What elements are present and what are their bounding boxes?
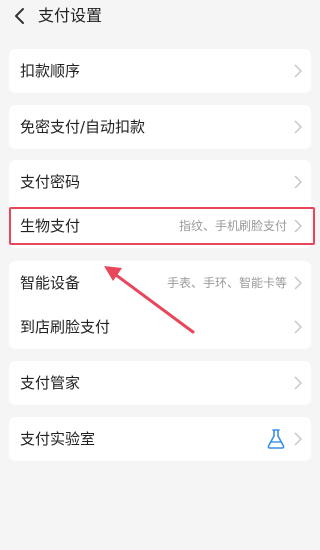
flask-icon: [267, 429, 285, 449]
card-devices: 智能设备 手表、手环、智能卡等 到店刷脸支付: [9, 261, 311, 349]
chevron-right-icon: [294, 276, 303, 290]
top-bar: 支付设置: [0, 0, 320, 32]
row-pay-lab[interactable]: 支付实验室: [9, 417, 311, 461]
row-pay-butler[interactable]: 支付管家: [9, 361, 311, 405]
back-chevron-icon: [15, 8, 24, 24]
row-smart-device[interactable]: 智能设备 手表、手环、智能卡等: [9, 261, 311, 305]
row-sub: 指纹、手机刷脸支付: [178, 219, 287, 233]
row-auto-deduct[interactable]: 免密支付/自动扣款: [9, 105, 311, 149]
chevron-right-icon: [294, 219, 303, 233]
row-label: 免密支付/自动扣款: [20, 118, 146, 136]
row-label: 到店刷脸支付: [20, 318, 111, 336]
page-title: 支付设置: [38, 6, 103, 25]
chevron-right-icon: [294, 120, 303, 134]
card-deduct-order: 扣款顺序: [9, 49, 311, 93]
card-security: 支付密码 生物支付 指纹、手机刷脸支付: [9, 160, 311, 248]
back-button[interactable]: [8, 2, 30, 30]
row-label: 支付管家: [20, 374, 81, 392]
chevron-right-icon: [294, 376, 303, 390]
row-face-pay[interactable]: 到店刷脸支付: [9, 305, 311, 349]
card-pay-butler: 支付管家: [9, 361, 311, 405]
row-label: 生物支付: [20, 217, 81, 235]
row-sub: 手表、手环、智能卡等: [166, 276, 287, 290]
chevron-right-icon: [294, 175, 303, 189]
row-label: 支付实验室: [20, 430, 96, 448]
row-biometric[interactable]: 生物支付 指纹、手机刷脸支付: [9, 204, 311, 248]
chevron-right-icon: [294, 64, 303, 78]
row-label: 扣款顺序: [20, 62, 81, 80]
row-deduct-order[interactable]: 扣款顺序: [9, 49, 311, 93]
row-pay-password[interactable]: 支付密码: [9, 160, 311, 204]
chevron-right-icon: [294, 320, 303, 334]
card-pay-lab: 支付实验室: [9, 417, 311, 461]
row-label: 支付密码: [20, 173, 81, 191]
chevron-right-icon: [294, 432, 303, 446]
row-label: 智能设备: [20, 274, 81, 292]
card-auto-deduct: 免密支付/自动扣款: [9, 105, 311, 149]
